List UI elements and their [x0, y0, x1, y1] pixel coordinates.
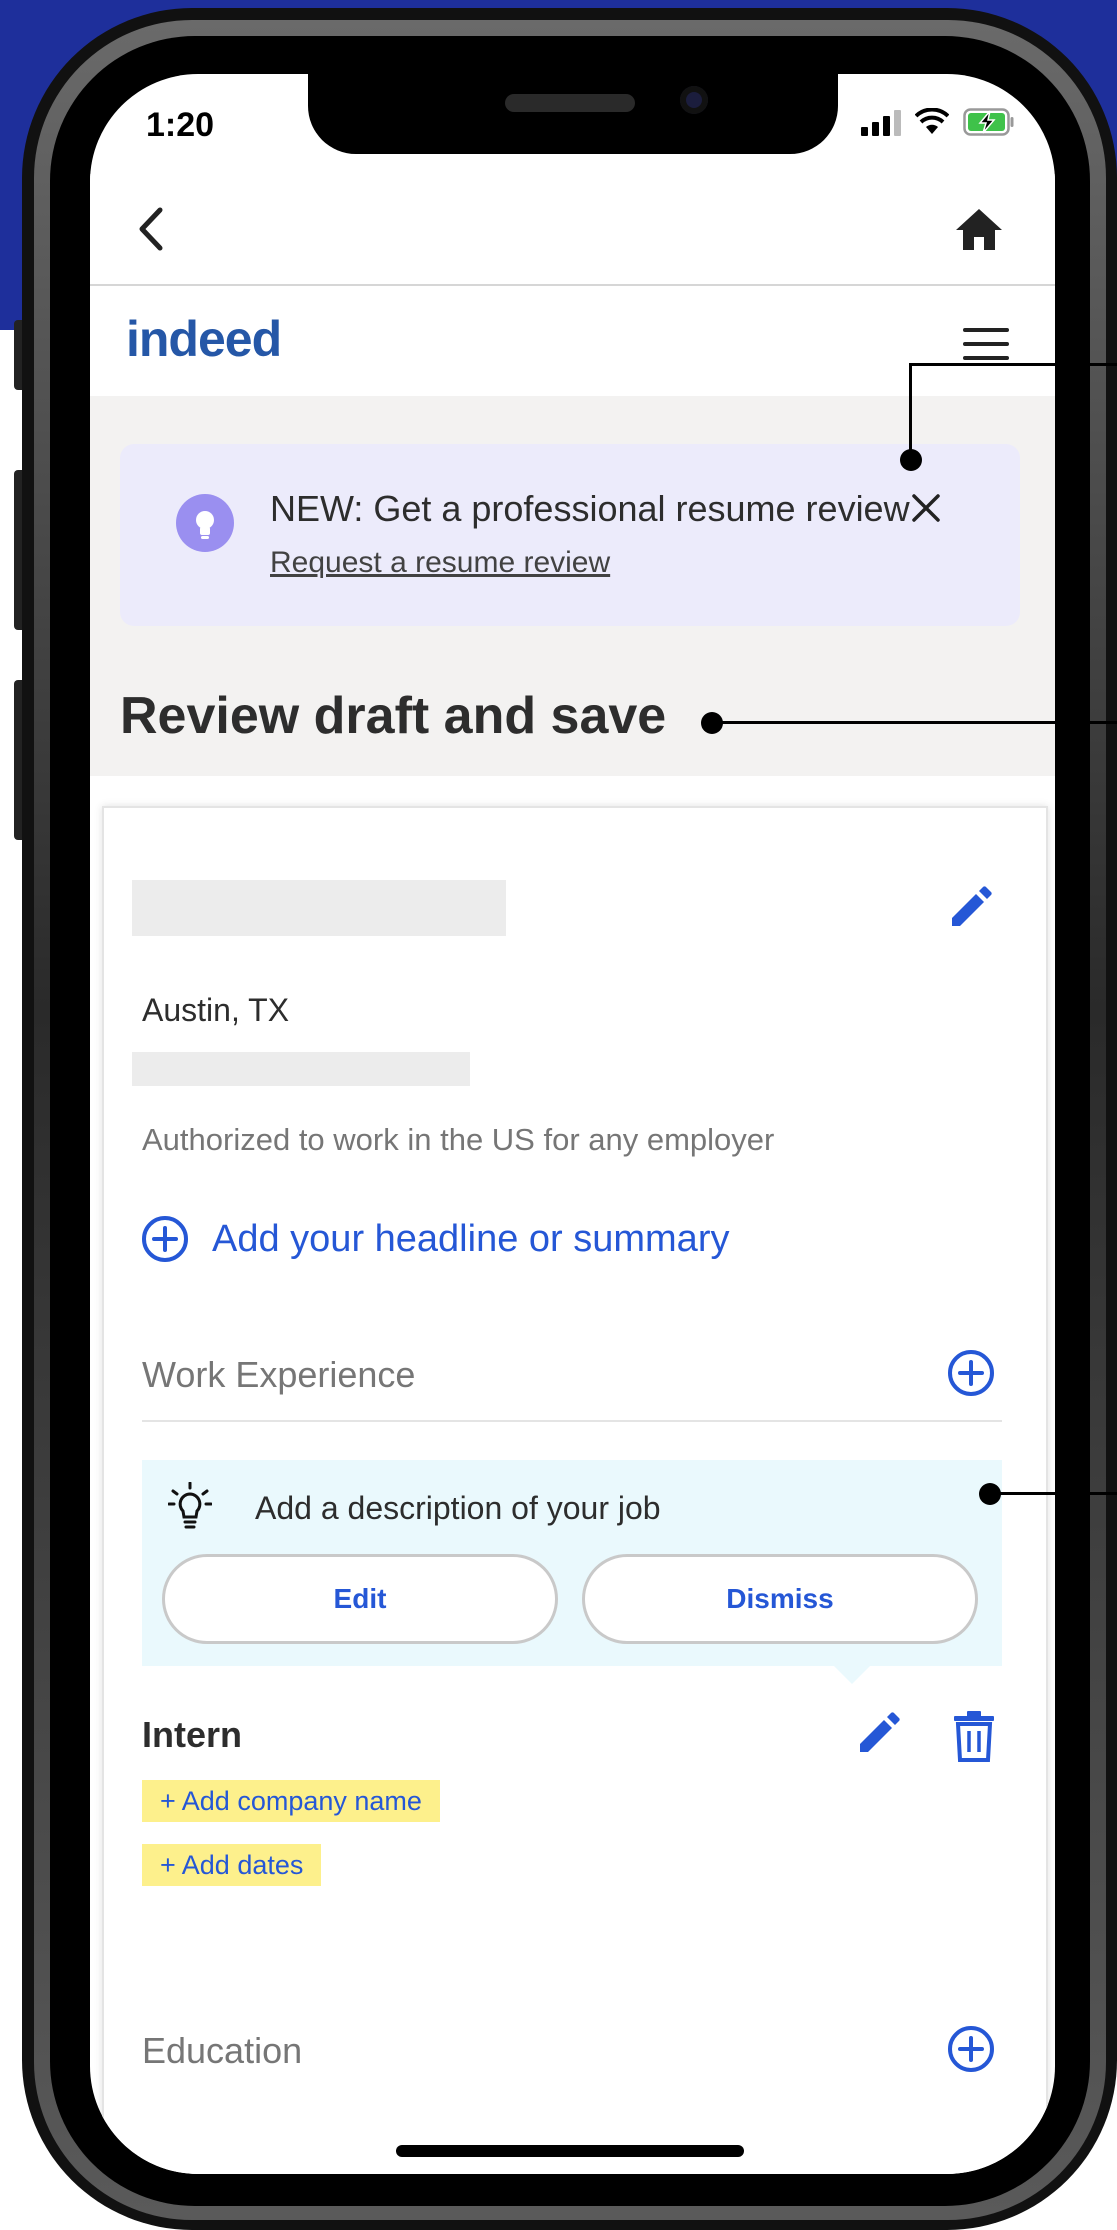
redacted-contact: [132, 1052, 470, 1086]
callout-line-title: [712, 721, 1117, 724]
hamburger-icon[interactable]: [963, 328, 1009, 362]
redacted-name: [132, 880, 506, 936]
work-experience-header: Work Experience: [142, 1340, 1002, 1410]
location-text: Austin, TX: [142, 992, 290, 1028]
callout-line-close-horizontal: [909, 363, 1117, 366]
request-review-link[interactable]: Request a resume review: [270, 546, 610, 580]
phone-speaker: [505, 94, 635, 112]
job-description-tip: Add a description of your job Edit Dismi…: [142, 1460, 1002, 1666]
lightbulb-outline-icon: [168, 1482, 212, 1529]
work-authorization-text: Authorized to work in the US for any emp…: [142, 1122, 775, 1157]
tip-text: Add a description of your job: [255, 1490, 661, 1526]
phone-notch: [308, 74, 838, 154]
tip-edit-button[interactable]: Edit: [162, 1554, 558, 1644]
work-experience-label: Work Experience: [142, 1354, 416, 1395]
callout-line-tip: [990, 1492, 1117, 1495]
close-icon[interactable]: [908, 490, 944, 526]
signal-icon: [861, 110, 901, 136]
chevron-left-icon[interactable]: [128, 204, 178, 254]
add-headline-label: Add your headline or summary: [212, 1217, 730, 1260]
add-education-icon[interactable]: [946, 2024, 996, 2074]
home-icon[interactable]: [953, 204, 1005, 256]
tip-pointer: [830, 1662, 874, 1684]
add-dates-chip[interactable]: + Add dates: [142, 1844, 322, 1886]
resume-review-banner: NEW: Get a professional resume review Re…: [120, 444, 1020, 626]
section-divider: [142, 1420, 1002, 1422]
indeed-logo[interactable]: indeed: [126, 310, 282, 368]
education-header: Education: [142, 2016, 1002, 2086]
battery-charging-icon: [963, 108, 1014, 136]
page-title: Review draft and save: [120, 687, 667, 745]
phone-camera: [680, 86, 708, 114]
pencil-icon[interactable]: [946, 882, 996, 932]
lightbulb-icon: [176, 494, 234, 552]
plus-circle-icon: [142, 1216, 188, 1262]
education-label: Education: [142, 2030, 303, 2071]
banner-title: NEW: Get a professional resume review: [270, 488, 910, 529]
add-company-chip[interactable]: + Add company name: [142, 1780, 440, 1822]
status-icons: [861, 108, 1015, 136]
tip-dismiss-button[interactable]: Dismiss: [582, 1554, 978, 1644]
pencil-icon[interactable]: [854, 1708, 904, 1758]
nav-bar: [90, 174, 1055, 286]
home-indicator[interactable]: [396, 2145, 744, 2157]
status-time: 1:20: [146, 106, 215, 144]
callout-line-close-vertical: [909, 364, 912, 460]
add-work-experience-icon[interactable]: [946, 1348, 996, 1398]
job-title: Intern: [142, 1714, 243, 1755]
add-headline-button[interactable]: Add your headline or summary: [140, 1214, 729, 1264]
wifi-icon: [915, 108, 949, 134]
trash-icon[interactable]: [952, 1710, 996, 1762]
